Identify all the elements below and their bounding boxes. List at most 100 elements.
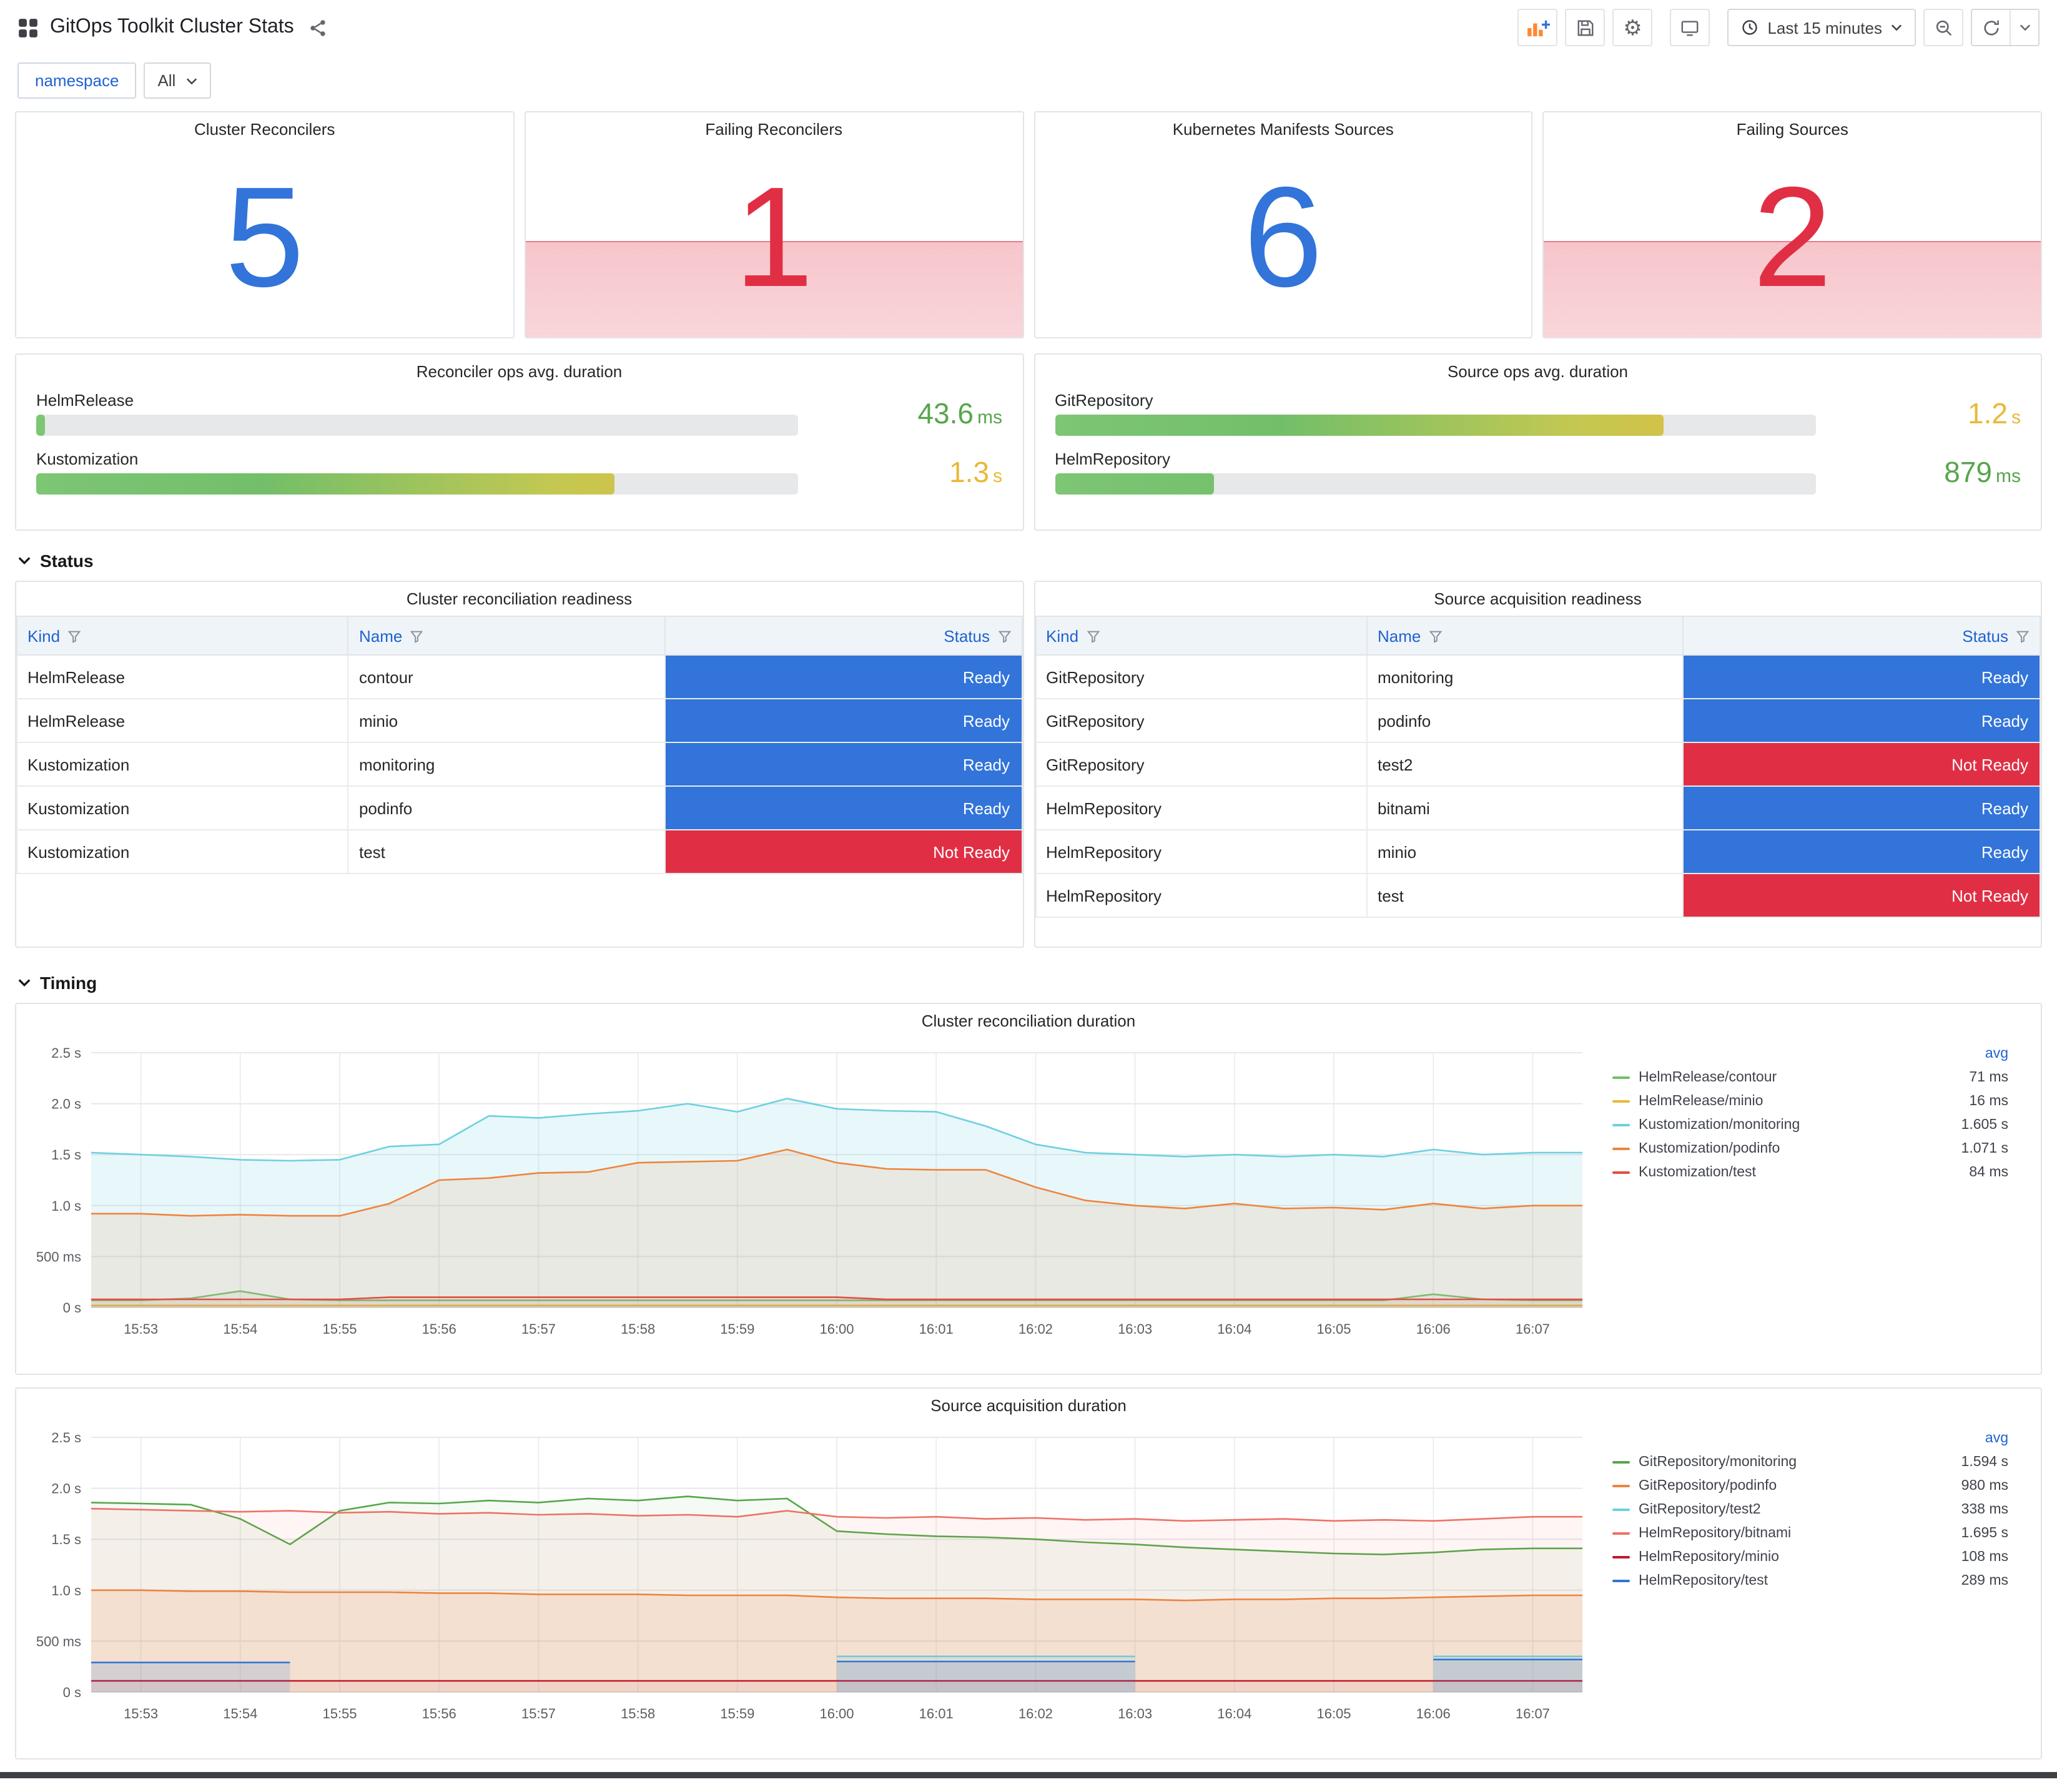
status-badge: Not Ready — [665, 830, 1021, 873]
cell-kind: GitRepository — [1034, 698, 1368, 743]
cell-kind: GitRepository — [1034, 742, 1368, 787]
x-axis-label: 16:00 — [819, 1706, 854, 1721]
chart-legend: avg HelmRelease/contour 71 ms HelmRelease/m… — [1600, 1040, 2018, 1351]
y-axis-label: 2.5 s — [51, 1045, 81, 1061]
legend-series-avg: 289 ms — [1961, 1573, 2008, 1588]
column-header-kind[interactable]: Kind — [16, 616, 349, 656]
filter-icon[interactable] — [1086, 629, 1100, 642]
cell-name: test — [347, 829, 666, 874]
x-axis-label: 16:04 — [1217, 1321, 1251, 1337]
legend-series-name: GitRepository/monitoring — [1639, 1454, 1797, 1469]
gauge-value: 1.3 s — [949, 455, 1002, 489]
gauge-track — [36, 415, 797, 436]
column-header-name[interactable]: Name — [347, 616, 666, 656]
x-axis-label: 15:54 — [223, 1706, 257, 1721]
legend-item-helmrepository-test[interactable]: HelmRepository/test 289 ms — [1610, 1568, 2013, 1592]
legend-avg-header[interactable]: avg — [1610, 1430, 2013, 1450]
y-axis-label: 0 s — [63, 1300, 81, 1316]
x-axis-label: 16:01 — [919, 1321, 954, 1337]
timeseries-plot[interactable]: 15:53 15:54 15:55 15:56 15:57 15:58 15:59 16:00… — [26, 1425, 1600, 1736]
template-variables-row: namespace All — [0, 52, 2057, 111]
cell-status: Not Ready — [664, 829, 1022, 874]
column-header-status[interactable]: Status — [664, 616, 1022, 656]
legend-item-helmrepository-bitnami[interactable]: HelmRepository/bitnami 1.695 s — [1610, 1521, 2013, 1545]
legend-series-marker — [1612, 1171, 1630, 1173]
column-header-name[interactable]: Name — [1366, 616, 1684, 656]
filter-icon[interactable] — [410, 629, 423, 642]
stat-panel-failing-sources: Failing Sources 2 — [1542, 111, 2042, 338]
panel-title[interactable]: Source ops avg. duration — [1035, 355, 2041, 388]
x-axis-label: 15:55 — [322, 1706, 357, 1721]
variable-namespace-dropdown[interactable]: All — [144, 62, 211, 99]
filter-icon[interactable] — [2016, 629, 2030, 642]
table-row: GitRepository podinfo Ready — [1034, 698, 2041, 743]
zoom-out-button[interactable] — [1923, 9, 1963, 46]
legend-series-avg: 1.594 s — [1961, 1454, 2008, 1469]
panel-title[interactable]: Reconciler ops avg. duration — [16, 355, 1022, 388]
legend-item-gitrepository-monitoring[interactable]: GitRepository/monitoring 1.594 s — [1610, 1450, 2013, 1474]
legend-item-gitrepository-test2[interactable]: GitRepository/test2 338 ms — [1610, 1497, 2013, 1521]
panel-title[interactable]: Failing Reconcilers — [526, 112, 1023, 146]
panel-title[interactable]: Source acquisition duration — [16, 1389, 2041, 1422]
chart-canvas[interactable]: 15:53 15:54 15:55 15:56 15:57 15:58 15:59 16:00… — [26, 1040, 1600, 1345]
table-panel-source-acquisition-readiness: Source acquisition readiness Kind Name Stat… — [1033, 581, 2042, 948]
legend-item-kustomization-test[interactable]: Kustomization/test 84 ms — [1610, 1160, 2013, 1184]
variable-namespace-label[interactable]: namespace — [17, 62, 137, 99]
legend-item-gitrepository-podinfo[interactable]: GitRepository/podinfo 980 ms — [1610, 1474, 2013, 1497]
apps-grid-icon[interactable] — [17, 17, 39, 38]
section-status[interactable]: Status — [17, 551, 2040, 571]
x-axis-label: 15:57 — [521, 1321, 556, 1337]
column-header-label: Kind — [27, 626, 61, 645]
panel-title[interactable]: Cluster reconciliation readiness — [16, 582, 1022, 616]
column-header-status[interactable]: Status — [1682, 616, 2041, 656]
dashboard-settings-button[interactable]: ⚙ — [1612, 9, 1653, 46]
cell-status: Ready — [1682, 654, 2041, 699]
x-axis-label: 15:56 — [422, 1706, 456, 1721]
filter-icon[interactable] — [1428, 629, 1442, 642]
table-row: GitRepository test2 Not Ready — [1034, 742, 2041, 787]
column-header-kind[interactable]: Kind — [1034, 616, 1368, 656]
panel-title[interactable]: Cluster Reconcilers — [16, 112, 513, 146]
clock-icon — [1741, 19, 1759, 36]
filter-icon[interactable] — [67, 629, 81, 642]
legend-avg-header[interactable]: avg — [1610, 1045, 2013, 1065]
y-axis-label: 1.0 s — [51, 1198, 81, 1214]
x-axis-label: 16:05 — [1316, 1706, 1351, 1721]
y-axis-label: 2.0 s — [51, 1481, 81, 1497]
refresh-interval-dropdown[interactable] — [2010, 10, 2038, 45]
add-panel-button[interactable] — [1517, 9, 1558, 46]
status-badge: Ready — [1684, 787, 2040, 829]
time-range-picker[interactable]: Last 15 minutes — [1727, 9, 1916, 46]
save-dashboard-button[interactable] — [1565, 9, 1606, 46]
x-axis-label: 16:06 — [1416, 1321, 1451, 1337]
stat-panel-kubernetes-manifests-sources: Kubernetes Manifests Sources 6 — [1033, 111, 1533, 338]
series-area-helmrepository-test — [1433, 1659, 1582, 1692]
gauge-bar — [36, 473, 615, 495]
legend-item-helmrelease-contour[interactable]: HelmRelease/contour 71 ms — [1610, 1065, 2013, 1089]
legend-item-helmrelease-minio[interactable]: HelmRelease/minio 16 ms — [1610, 1089, 2013, 1113]
gauge-bar — [36, 415, 46, 436]
cycle-view-button[interactable] — [1670, 9, 1710, 46]
section-timing[interactable]: Timing — [17, 973, 2040, 993]
timeseries-plot[interactable]: 15:53 15:54 15:55 15:56 15:57 15:58 15:59 16:00… — [26, 1040, 1600, 1351]
legend-item-kustomization-podinfo[interactable]: Kustomization/podinfo 1.071 s — [1610, 1136, 2013, 1160]
legend-series-name: Kustomization/podinfo — [1639, 1141, 1780, 1156]
table-header-row: Kind Name Status — [16, 616, 1022, 656]
chart-canvas[interactable]: 15:53 15:54 15:55 15:56 15:57 15:58 15:59 16:00… — [26, 1425, 1600, 1730]
cell-kind: HelmRepository — [1034, 873, 1368, 918]
panel-title[interactable]: Source acquisition readiness — [1035, 582, 2041, 616]
gauge-value-unit: s — [2011, 406, 2021, 428]
gauge-value-unit: ms — [977, 406, 1002, 428]
cell-name: monitoring — [1366, 654, 1684, 699]
share-icon[interactable] — [309, 18, 328, 37]
panel-title[interactable]: Kubernetes Manifests Sources — [1035, 112, 1532, 146]
legend-item-kustomization-monitoring[interactable]: Kustomization/monitoring 1.605 s — [1610, 1113, 2013, 1136]
x-axis-label: 16:07 — [1516, 1706, 1550, 1721]
panel-title[interactable]: Cluster reconciliation duration — [16, 1004, 2041, 1038]
tables-row: Cluster reconciliation readiness Kind Name… — [15, 581, 2042, 948]
legend-item-helmrepository-minio[interactable]: HelmRepository/minio 108 ms — [1610, 1545, 2013, 1568]
filter-icon[interactable] — [997, 629, 1011, 642]
refresh-button[interactable] — [1972, 10, 2010, 45]
table-row: Kustomization podinfo Ready — [16, 785, 1022, 830]
panel-title[interactable]: Failing Sources — [1544, 112, 2041, 146]
